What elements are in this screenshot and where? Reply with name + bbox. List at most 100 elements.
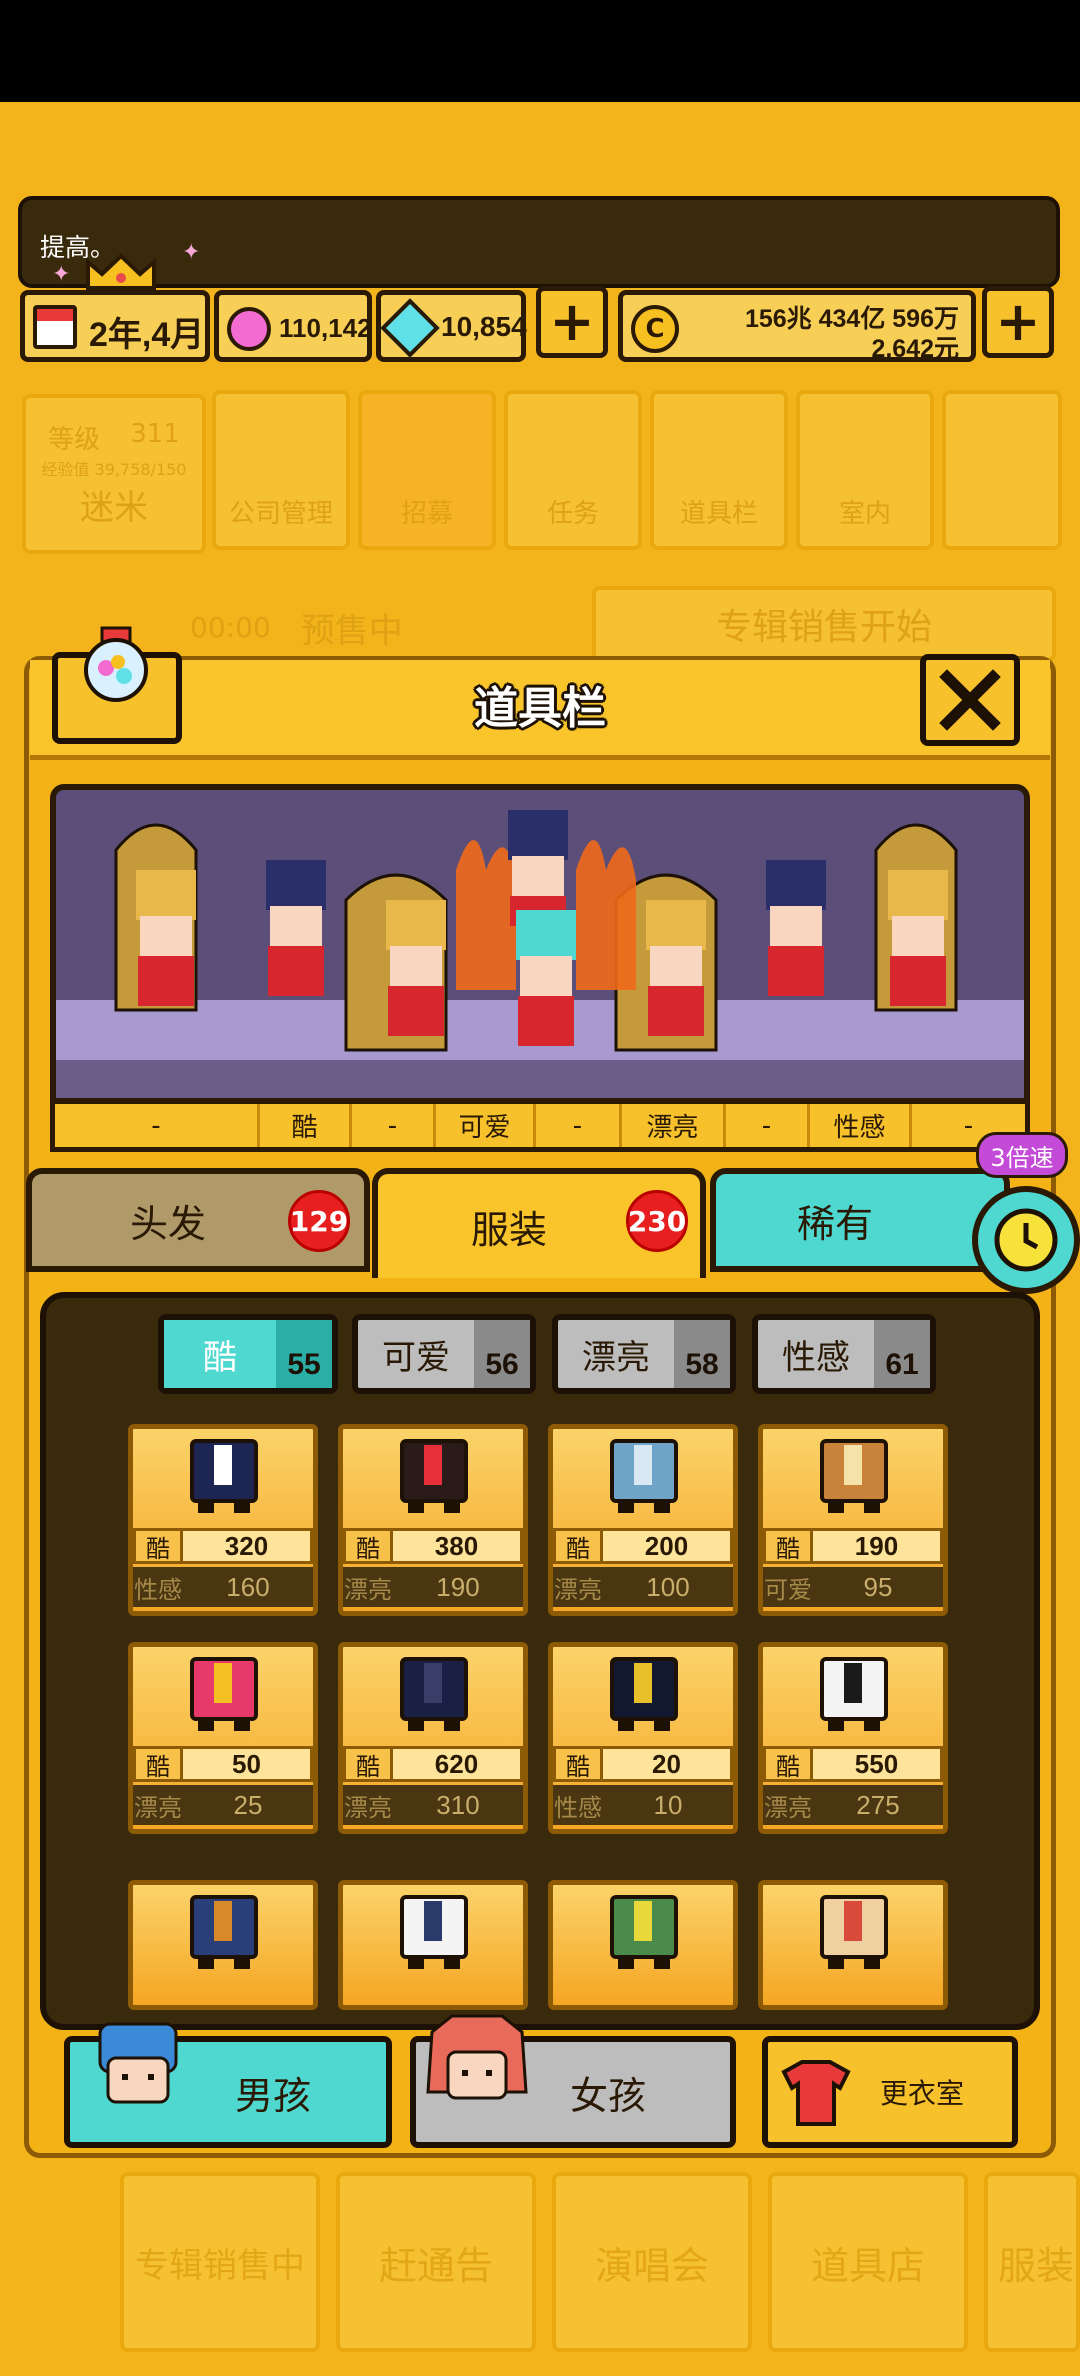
speed-button[interactable] xyxy=(972,1186,1080,1294)
blue-gem-chip: 10,854 xyxy=(376,290,527,362)
filter-count: 61 xyxy=(874,1320,930,1388)
stat-key: 可爱 xyxy=(764,1575,812,1604)
secondary-stat: 漂亮 275 xyxy=(763,1785,943,1825)
stat-value: 25 xyxy=(233,1789,263,1820)
money-chip: C 156兆 434亿 596万 2,642元 xyxy=(618,290,976,363)
exp-text: 经验值 39,758/150 xyxy=(41,460,187,479)
stage-label: 漂亮 xyxy=(622,1104,726,1147)
primary-stat: 酷 550 xyxy=(763,1746,943,1782)
item-card[interactable] xyxy=(128,1880,318,2010)
stage-preview xyxy=(50,784,1030,1104)
menu-extra xyxy=(942,390,1062,550)
stat-value: 380 xyxy=(393,1528,523,1564)
stat-value: 20 xyxy=(603,1746,733,1782)
date-chip: 2年,4月 xyxy=(20,290,210,362)
primary-stat: 酷 620 xyxy=(343,1746,523,1782)
item-card[interactable]: 酷 50 漂亮 25 xyxy=(128,1642,318,1834)
close-icon xyxy=(939,669,1001,731)
stat-key: 酷 xyxy=(553,1528,603,1564)
close-button[interactable] xyxy=(920,654,1020,746)
item-card[interactable]: 酷 380 漂亮 190 xyxy=(338,1424,528,1616)
filter-pretty[interactable]: 漂亮 58 xyxy=(552,1314,736,1394)
date-text: 2年,4月 xyxy=(89,316,205,354)
speed-label: 3倍速 xyxy=(976,1132,1068,1178)
stat-key: 漂亮 xyxy=(344,1575,392,1604)
tab-clothing[interactable]: 服装 230 xyxy=(372,1168,706,1278)
girl-avatar-icon xyxy=(426,2014,528,2100)
stage-label: 可爱 xyxy=(436,1104,536,1147)
secondary-stat: 性感 10 xyxy=(553,1785,733,1825)
item-card[interactable]: 酷 190 可爱 95 xyxy=(758,1424,948,1616)
add-money-button[interactable]: + xyxy=(982,286,1054,358)
stage-label: - xyxy=(55,1104,260,1147)
stat-key: 酷 xyxy=(133,1746,183,1782)
clothing-icon xyxy=(818,1655,890,1735)
stat-value: 550 xyxy=(813,1746,943,1782)
filter-count: 58 xyxy=(674,1320,730,1388)
menu-company: 公司管理 xyxy=(212,390,350,550)
modal-title: 道具栏 xyxy=(474,683,606,734)
item-card[interactable]: 酷 20 性感 10 xyxy=(548,1642,738,1834)
primary-stat: 酷 320 xyxy=(133,1528,313,1564)
shirt-icon xyxy=(781,2060,851,2126)
item-card[interactable] xyxy=(548,1880,738,2010)
stat-value: 10 xyxy=(653,1789,683,1820)
tab-rare[interactable]: 稀有 xyxy=(710,1168,1010,1272)
filter-cute[interactable]: 可爱 56 xyxy=(352,1314,536,1394)
stat-value: 95 xyxy=(863,1571,893,1602)
tab-label: 稀有 xyxy=(796,1201,873,1246)
stat-value: 275 xyxy=(856,1789,900,1820)
sparkle-icon: ✦ xyxy=(182,240,201,265)
item-card[interactable]: 酷 200 漂亮 100 xyxy=(548,1424,738,1616)
tab-hair[interactable]: 头发 129 xyxy=(26,1168,370,1272)
item-card[interactable]: 酷 550 漂亮 275 xyxy=(758,1642,948,1834)
girl-button[interactable]: 女孩 xyxy=(410,2014,736,2148)
stat-value: 100 xyxy=(646,1571,690,1602)
item-card[interactable]: 酷 320 性感 160 xyxy=(128,1424,318,1616)
stage-label: - xyxy=(726,1104,810,1147)
count-badge: 129 xyxy=(288,1190,350,1252)
stat-key: 漂亮 xyxy=(134,1793,182,1822)
stat-key: 酷 xyxy=(343,1746,393,1782)
item-card[interactable] xyxy=(338,1880,528,2010)
filter-count: 55 xyxy=(276,1320,332,1388)
filter-label: 性感 xyxy=(782,1337,850,1378)
tab-label: 服装 xyxy=(470,1207,547,1252)
stat-key: 性感 xyxy=(134,1575,182,1604)
money-line-2: 2,642元 xyxy=(871,335,959,363)
stat-value: 320 xyxy=(183,1528,313,1564)
stage-label: 酷 xyxy=(260,1104,352,1147)
clothing-icon xyxy=(608,1437,680,1517)
clothing-icon xyxy=(398,1893,470,1973)
pink-gem-icon xyxy=(227,307,271,351)
stage-label: - xyxy=(536,1104,622,1147)
stat-value: 160 xyxy=(226,1571,270,1602)
filter-label: 酷 xyxy=(164,1320,276,1388)
secondary-stat: 漂亮 100 xyxy=(553,1567,733,1607)
stat-value: 190 xyxy=(436,1571,480,1602)
wardrobe-button[interactable]: 更衣室 xyxy=(762,2036,1018,2148)
primary-stat: 酷 380 xyxy=(343,1528,523,1564)
item-card[interactable]: 酷 620 漂亮 310 xyxy=(338,1642,528,1834)
stat-value: 200 xyxy=(603,1528,733,1564)
bg-menu-shop: 道具店 xyxy=(768,2172,968,2352)
stage-label: 性感 xyxy=(810,1104,912,1147)
clothing-icon xyxy=(398,1655,470,1735)
boy-button[interactable]: 男孩 xyxy=(64,2022,392,2148)
boy-avatar-icon xyxy=(98,2022,178,2104)
stat-key: 酷 xyxy=(343,1528,393,1564)
bg-menu-clothes: 服装 xyxy=(984,2172,1080,2352)
filter-count: 56 xyxy=(474,1320,530,1388)
clothing-icon xyxy=(608,1655,680,1735)
presale-timer: 00:00 xyxy=(190,610,271,644)
stage-label: - xyxy=(352,1104,436,1147)
filter-cool[interactable]: 酷 55 xyxy=(158,1314,338,1394)
item-card[interactable] xyxy=(758,1880,948,2010)
filter-sexy[interactable]: 性感 61 xyxy=(752,1314,936,1394)
menu-inventory: 道具栏 xyxy=(650,390,788,550)
primary-stat: 酷 190 xyxy=(763,1528,943,1564)
clothing-icon xyxy=(818,1437,890,1517)
clothing-icon xyxy=(188,1655,260,1735)
add-gems-button[interactable]: + xyxy=(536,286,608,358)
pink-gem-chip: 110,142 xyxy=(214,290,372,362)
